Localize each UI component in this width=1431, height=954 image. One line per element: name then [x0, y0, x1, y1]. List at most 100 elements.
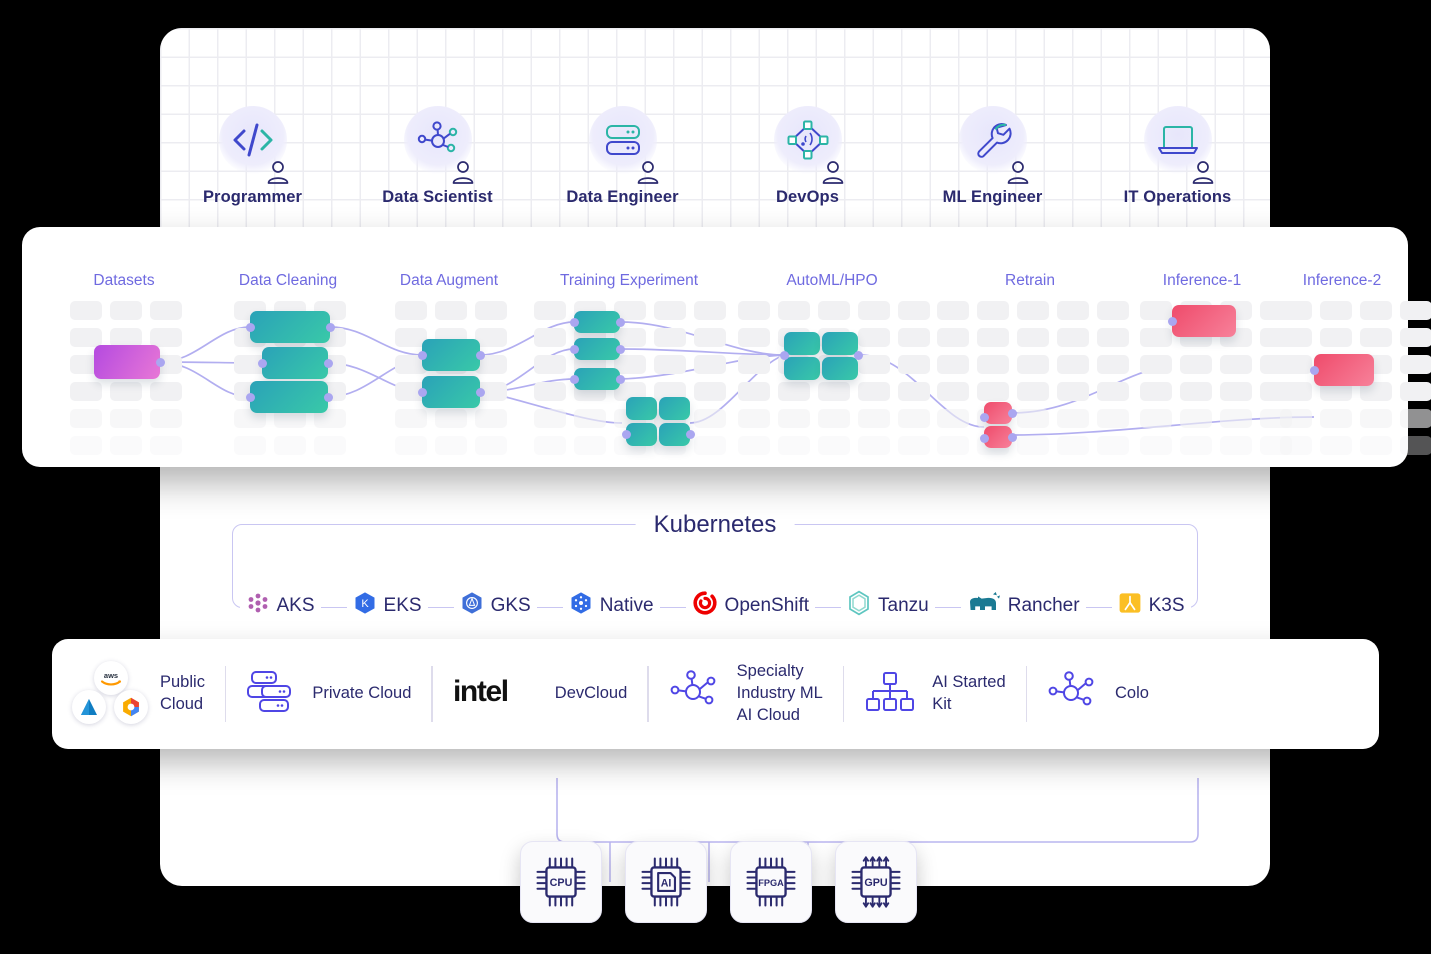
- placeholder-tile: [150, 301, 182, 320]
- placeholder-tile: [1097, 436, 1129, 455]
- placeholder-tile: [1057, 436, 1089, 455]
- edge-connector-dot: [854, 351, 863, 360]
- svg-text:aws: aws: [104, 671, 118, 680]
- svg-text:K: K: [361, 598, 369, 610]
- hardware-chip-ai[interactable]: AI: [625, 841, 707, 923]
- edge-connector-dot: [780, 351, 789, 360]
- placeholder-tile: [898, 301, 930, 320]
- node-training-4b[interactable]: [659, 397, 690, 420]
- node-training-1[interactable]: [574, 311, 620, 333]
- placeholder-tile: [858, 328, 890, 347]
- person-glyph: [267, 161, 288, 184]
- infra-devcloud[interactable]: intel DevCloud: [433, 675, 647, 714]
- node-automl-3[interactable]: [784, 357, 820, 380]
- hierarchy-icon: [864, 670, 916, 719]
- gks-icon: [460, 591, 484, 620]
- public-cloud-logos: aws: [72, 661, 148, 727]
- persona-data-scientist[interactable]: Data Scientist: [359, 106, 517, 207]
- edge-connector-dot: [324, 393, 333, 402]
- placeholder-tile: [654, 355, 686, 374]
- node-data-augment-2[interactable]: [422, 376, 480, 408]
- edge-connector-dot: [570, 345, 579, 354]
- edge-connector-dot: [1310, 366, 1319, 375]
- placeholder-tile: [738, 355, 770, 374]
- placeholder-tile: [435, 436, 467, 455]
- placeholder-tile: [1220, 355, 1252, 374]
- edge-connector-dot: [418, 351, 427, 360]
- infra-colo[interactable]: Colo: [1027, 669, 1169, 720]
- code-icon: [218, 106, 288, 184]
- pipeline-stage-label: Data Cleaning: [238, 272, 338, 289]
- placeholder-tile: [937, 355, 969, 374]
- edge-connector-dot: [622, 430, 631, 439]
- placeholder-tile: [1140, 409, 1172, 428]
- node-data-cleaning-1[interactable]: [250, 311, 330, 343]
- hardware-chip-gpu[interactable]: GPU: [835, 841, 917, 923]
- node-automl-1[interactable]: [784, 332, 820, 355]
- k8s-platform-label: EKS: [383, 594, 422, 616]
- placeholder-tile: [1057, 328, 1089, 347]
- persona-ml-engineer[interactable]: ML Engineer: [914, 106, 1072, 207]
- edge-connector-dot: [616, 345, 625, 354]
- placeholder-tile: [694, 436, 726, 455]
- k8s-platform-k3s[interactable]: K3S: [1111, 591, 1191, 620]
- node-training-4a[interactable]: [626, 397, 657, 420]
- infra-label: Private Cloud: [312, 684, 412, 703]
- placeholder-tile: [738, 328, 770, 347]
- kubernetes-icon: [569, 591, 593, 620]
- hardware-chip-cpu[interactable]: CPU: [520, 841, 602, 923]
- placeholder-tile: [475, 409, 507, 428]
- node-data-cleaning-2[interactable]: [262, 347, 328, 379]
- persona-programmer[interactable]: Programmer: [174, 106, 332, 207]
- placeholder-tile: [977, 328, 1009, 347]
- placeholder-tile: [937, 328, 969, 347]
- infra-private-cloud[interactable]: Private Cloud: [226, 669, 431, 720]
- svg-text:intel: intel: [453, 675, 508, 708]
- node-inference-2[interactable]: [1314, 354, 1374, 386]
- placeholder-tile: [778, 409, 810, 428]
- infra-public[interactable]: aws Public Cloud: [52, 661, 225, 727]
- node-datasets[interactable]: [94, 345, 160, 379]
- placeholder-tile: [1140, 355, 1172, 374]
- persona-devops[interactable]: DevOps: [729, 106, 887, 207]
- k8s-platform-native[interactable]: Native: [562, 591, 660, 620]
- placeholder-tile: [1140, 328, 1172, 347]
- node-data-cleaning-3[interactable]: [250, 381, 328, 413]
- persona-label: DevOps: [776, 188, 839, 206]
- infra-ai-started[interactable]: AI Started Kit: [844, 670, 1025, 719]
- placeholder-tile: [1140, 301, 1172, 320]
- infra-label: AI Started Kit: [932, 673, 1006, 713]
- placeholder-tile: [1280, 328, 1312, 347]
- persona-data-engineer[interactable]: Data Engineer: [544, 106, 702, 207]
- infra-label: Public Cloud: [160, 673, 205, 713]
- k8s-platform-label: AKS: [276, 594, 315, 616]
- node-training-2[interactable]: [574, 338, 620, 360]
- placeholder-tile: [1280, 382, 1312, 401]
- hardware-chip-fpga[interactable]: FPGA: [730, 841, 812, 923]
- rancher-cow-icon: [967, 591, 1001, 620]
- infra-specialty[interactable]: Specialty Industry ML AI Cloud: [649, 661, 843, 726]
- node-data-augment-1[interactable]: [422, 339, 480, 371]
- k8s-platform-gks[interactable]: GKS: [453, 591, 537, 620]
- k8s-platform-tanzu[interactable]: Tanzu: [841, 590, 935, 621]
- k8s-platform-eks[interactable]: K EKS: [346, 591, 428, 620]
- placeholder-tile: [694, 382, 726, 401]
- placeholder-tile: [937, 436, 969, 455]
- edge-connector-dot: [1168, 317, 1177, 326]
- placeholder-tile: [738, 382, 770, 401]
- node-inference-1[interactable]: [1172, 305, 1236, 337]
- k8s-platform-openshift[interactable]: OpenShift: [685, 590, 816, 621]
- svg-text:FPGA: FPGA: [758, 878, 784, 888]
- placeholder-tile: [694, 355, 726, 374]
- node-training-3[interactable]: [574, 368, 620, 390]
- azure-logo: [72, 690, 106, 724]
- node-automl-2[interactable]: [822, 332, 858, 355]
- edge-connector-dot: [686, 430, 695, 439]
- k8s-platform-rancher[interactable]: Rancher: [960, 591, 1086, 620]
- pipeline-stage-label: Retrain: [1005, 272, 1055, 289]
- edge-connector-dot: [324, 359, 333, 368]
- persona-it-operations[interactable]: IT Operations: [1099, 106, 1257, 207]
- molecule-icon: [403, 106, 473, 184]
- node-automl-4[interactable]: [822, 357, 858, 380]
- k8s-platform-aks[interactable]: AKS: [239, 591, 321, 620]
